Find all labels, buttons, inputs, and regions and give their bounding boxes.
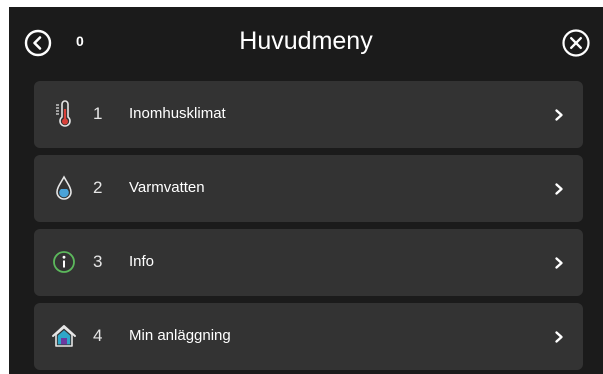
- chevron-right-icon: [554, 182, 564, 196]
- menu-item-label: Min anläggning: [129, 327, 231, 344]
- menu-item-label: Inomhusklimat: [129, 105, 226, 122]
- main-menu-screen: 0 Huvudmeny 1 Inomhusklimat 2 Varmvatten…: [9, 7, 603, 374]
- menu-list: 1 Inomhusklimat 2 Varmvatten 3 Info 4 Mi…: [34, 81, 583, 374]
- menu-item-varmvatten[interactable]: 2 Varmvatten: [34, 155, 583, 222]
- menu-item-number: 4: [93, 326, 103, 345]
- chevron-right-icon: [554, 108, 564, 122]
- menu-item-label: Varmvatten: [129, 179, 205, 196]
- page-title: Huvudmeny: [239, 27, 373, 55]
- chevron-right-icon: [554, 256, 564, 270]
- menu-item-min-anlaggning[interactable]: 4 Min anläggning: [34, 303, 583, 370]
- menu-item-label: Info: [129, 253, 155, 270]
- menu-item-number: 2: [93, 178, 103, 197]
- menu-item-info[interactable]: 3 Info: [34, 229, 583, 296]
- header: 0 Huvudmeny: [9, 7, 603, 79]
- water-drop-icon: [50, 174, 78, 202]
- chevron-right-icon: [554, 330, 564, 344]
- info-icon: [50, 248, 78, 276]
- menu-item-inomhusklimat[interactable]: 1 Inomhusklimat: [34, 81, 583, 148]
- menu-item-number: 3: [93, 252, 103, 271]
- house-icon: [50, 322, 78, 350]
- menu-item-number: 1: [93, 104, 103, 123]
- close-button[interactable]: [561, 28, 591, 58]
- close-circle-icon: [562, 29, 590, 57]
- thermometer-icon: [50, 100, 78, 128]
